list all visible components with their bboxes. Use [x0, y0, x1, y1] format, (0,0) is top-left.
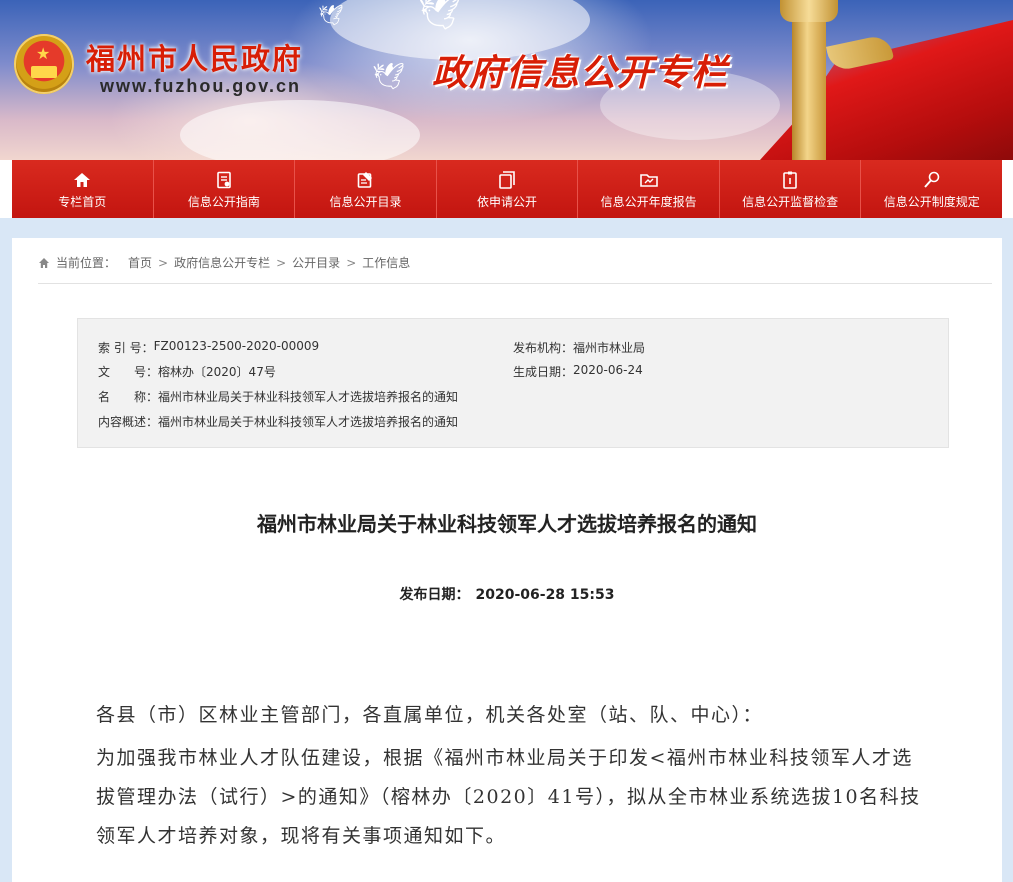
nav-item-rules[interactable]: 信息公开制度规定	[861, 160, 1003, 218]
national-emblem-logo[interactable]: ★	[14, 34, 74, 94]
breadcrumb-link-catalog[interactable]: 公开目录	[292, 254, 340, 271]
breadcrumb-link-home[interactable]: 首页	[128, 254, 152, 271]
info-created-key: 生成日期：	[513, 365, 574, 379]
nav-label: 信息公开目录	[329, 194, 402, 209]
info-doc-no: 文 号： 榕林办〔2020〕47号	[98, 363, 276, 383]
info-name-key: 名 称：	[98, 390, 159, 404]
info-index-key: 索 引 号：	[98, 341, 154, 355]
nav-item-annual-report[interactable]: 信息公开年度报告	[578, 160, 720, 218]
info-publisher: 发布机构： 福州市林业局	[513, 339, 645, 359]
info-name: 名 称： 福州市林业局关于林业科技领军人才选拔培养报名的通知	[98, 388, 458, 408]
info-name-value: 福州市林业局关于林业科技领军人才选拔培养报名的通知	[158, 390, 459, 404]
catalog-icon	[358, 171, 373, 188]
info-publisher-value: 福州市林业局	[573, 341, 646, 355]
article-paragraph: 为加强我市林业人才队伍建设，根据《福州市林业局关于印发<福州市林业科技领军人才选…	[96, 747, 921, 847]
nav-item-catalog[interactable]: 信息公开目录	[295, 160, 437, 218]
report-icon	[639, 173, 658, 187]
nav-item-apply[interactable]: 依申请公开	[436, 160, 579, 218]
info-index-value: FZ00123-2500-2020-00009	[153, 339, 320, 353]
home-icon	[39, 257, 49, 268]
nav-label: 信息公开指南	[187, 194, 260, 209]
header-banner: ★ 福州市人民政府 www.fuzhou.gov.cn 🕊 🕊 🕊 政府信息公开…	[0, 0, 1013, 160]
info-created-value: 2020-06-24	[573, 363, 643, 377]
dove-icon: 🕊	[372, 62, 406, 92]
article-paragraph: 各县（市）区林业主管部门，各直属单位，机关各处室（站、队、中心）：	[96, 704, 764, 726]
dove-icon: 🕊	[418, 0, 462, 33]
info-doc-no-value: 榕林办〔2020〕47号	[158, 365, 276, 379]
main-nav: 专栏首页 信息公开指南 信息公开目录 依申请公开 信息公开年度报告 信息公开监督…	[12, 160, 1003, 218]
rules-icon	[924, 171, 940, 188]
info-summary-key: 内容概述：	[98, 415, 159, 429]
huabiao-pillar-decoration	[792, 0, 826, 160]
nav-item-guide[interactable]: 信息公开指南	[153, 160, 296, 218]
nav-label: 信息公开制度规定	[883, 194, 980, 209]
publish-date-label: 发布日期：	[399, 587, 470, 603]
huabiao-top-decoration	[780, 0, 838, 22]
apply-icon	[499, 170, 515, 189]
breadcrumb-separator: >	[158, 255, 169, 270]
nav-item-supervision[interactable]: 信息公开监督检查	[719, 160, 862, 218]
nav-label: 依申请公开	[477, 194, 538, 209]
publish-date: 发布日期： 2020-06-28 15:53	[12, 584, 1002, 604]
info-created: 生成日期： 2020-06-24	[513, 363, 643, 383]
home-icon	[74, 172, 91, 187]
breadcrumb: 当前位置： 首页 > 政府信息公开专栏 > 公开目录 > 工作信息	[38, 254, 992, 284]
breadcrumb-link-work-info[interactable]: 工作信息	[362, 254, 410, 271]
site-name[interactable]: 福州市人民政府	[86, 36, 303, 78]
breadcrumb-separator: >	[346, 255, 357, 270]
site-url[interactable]: www.fuzhou.gov.cn	[100, 76, 301, 97]
nav-label: 专栏首页	[58, 194, 107, 209]
dove-icon: 🕊	[318, 3, 344, 27]
info-publisher-key: 发布机构：	[513, 341, 574, 355]
nav-label: 信息公开年度报告	[600, 194, 697, 209]
info-doc-no-key: 文 号：	[98, 365, 159, 379]
info-index: 索 引 号： FZ00123-2500-2020-00009	[98, 339, 319, 359]
article-title: 福州市林业局关于林业科技领军人才选拔培养报名的通知	[257, 512, 757, 536]
breadcrumb-link-column[interactable]: 政府信息公开专栏	[174, 254, 270, 271]
info-summary: 内容概述： 福州市林业局关于林业科技领军人才选拔培养报名的通知	[98, 413, 458, 433]
nav-item-home[interactable]: 专栏首页	[12, 160, 154, 218]
nav-label: 信息公开监督检查	[742, 194, 839, 209]
guide-icon	[217, 171, 231, 188]
breadcrumb-separator: >	[276, 255, 287, 270]
document-info-box: 索 引 号： FZ00123-2500-2020-00009 文 号： 榕林办〔…	[77, 318, 949, 448]
main-content: 当前位置： 首页 > 政府信息公开专栏 > 公开目录 > 工作信息 索 引 号：…	[12, 238, 1002, 882]
banner-cloud	[180, 100, 420, 160]
info-summary-value: 福州市林业局关于林业科技领军人才选拔培养报名的通知	[158, 415, 459, 429]
publish-date-value: 2020-06-28 15:53	[475, 587, 615, 603]
article-body: 各县（市）区林业主管部门，各直属单位，机关各处室（站、队、中心）： 为加强我市林…	[96, 696, 932, 856]
column-title: 政府信息公开专栏	[432, 53, 729, 94]
supervise-icon	[783, 171, 797, 189]
breadcrumb-label: 当前位置：	[56, 256, 117, 270]
